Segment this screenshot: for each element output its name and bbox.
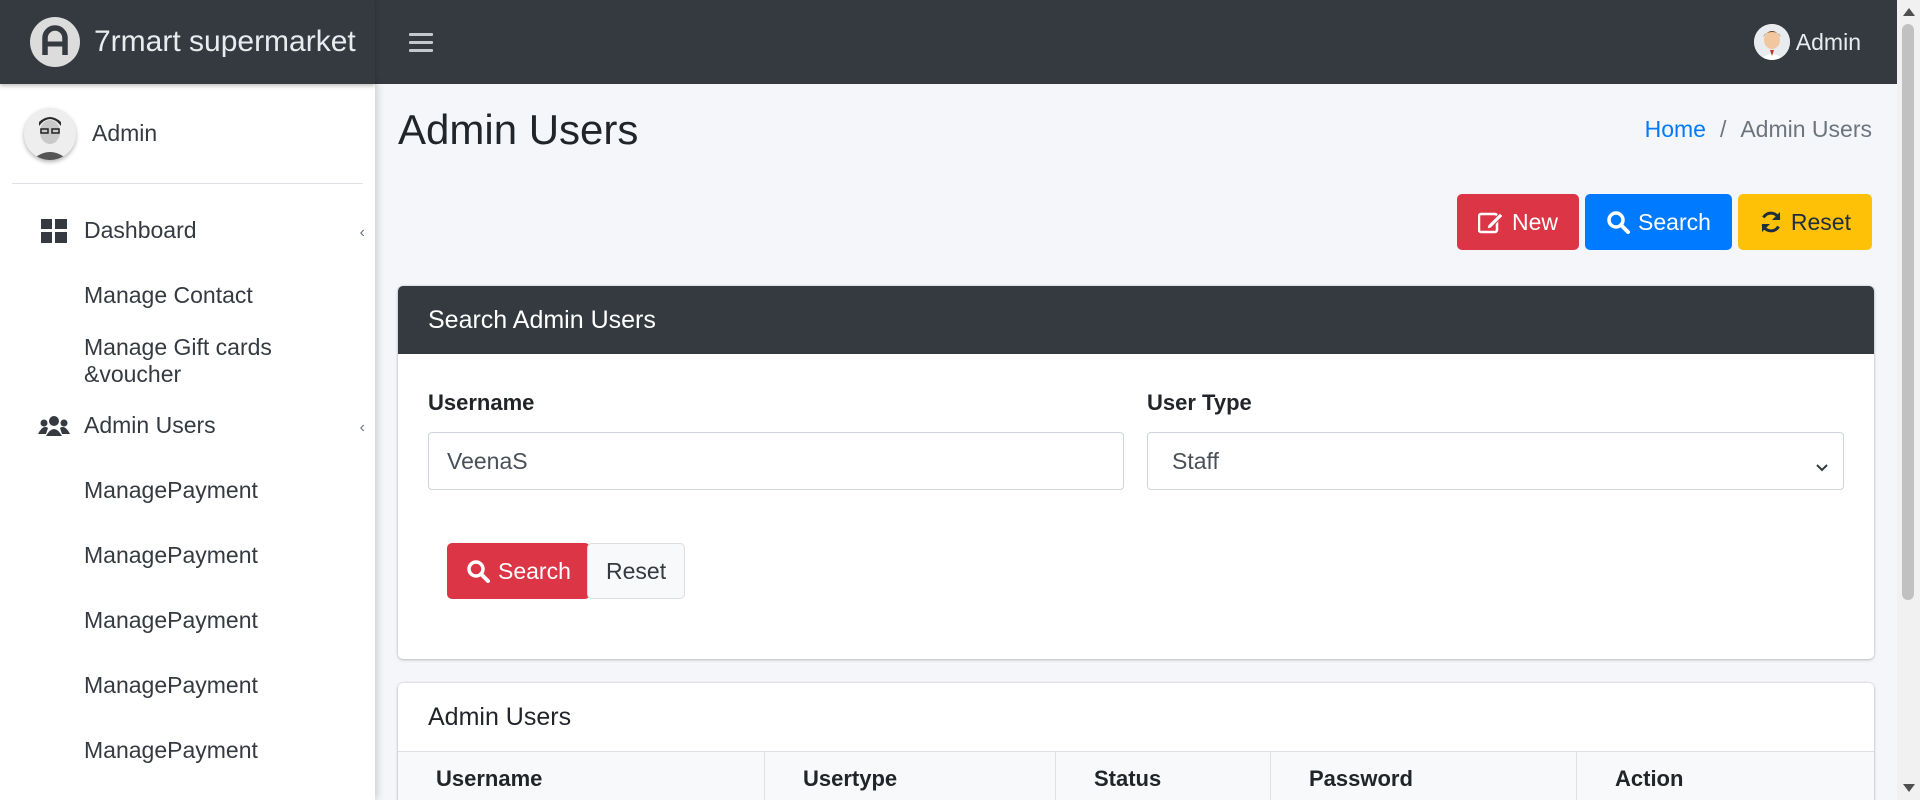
user-avatar xyxy=(24,107,76,160)
new-button-label: New xyxy=(1512,208,1559,235)
users-icon xyxy=(38,412,70,440)
card-header: Search Admin Users xyxy=(398,286,1874,354)
sidebar-user-name: Admin xyxy=(92,120,158,146)
brand-logo-icon xyxy=(30,17,80,67)
search-button[interactable]: Search xyxy=(1585,194,1732,250)
sidebar-item-label: Manage Gift cards &voucher xyxy=(84,333,272,387)
sidebar-item-manage-payment[interactable]: ManagePayment xyxy=(0,588,375,653)
sidebar-item-label: Admin Users xyxy=(84,412,216,438)
edit-icon xyxy=(1478,210,1504,234)
username-input[interactable]: VeenaS xyxy=(428,432,1124,490)
scroll-down-arrow-icon[interactable] xyxy=(1903,784,1915,792)
admin-users-table-card: Admin Users Username Usertype Status Pas… xyxy=(398,683,1874,800)
table-header-row: Username Usertype Status Password Action xyxy=(398,751,1874,800)
sidebar-item-manage-payment[interactable]: ManagePayment xyxy=(0,653,375,718)
new-button[interactable]: New xyxy=(1457,194,1580,250)
chevron-left-icon: ‹ xyxy=(359,419,365,436)
user-type-label: User Type xyxy=(1147,390,1252,415)
scroll-up-arrow-icon[interactable] xyxy=(1903,8,1915,16)
hamburger-menu-icon[interactable] xyxy=(409,32,433,52)
sidebar-item-manage-payment[interactable]: ManagePayment xyxy=(0,718,375,783)
top-navbar: Admin xyxy=(375,0,1897,84)
page-actions: New Search Reset xyxy=(1457,194,1872,250)
sidebar-item-label: ManagePayment xyxy=(84,477,258,503)
user-type-select[interactable]: Staff xyxy=(1147,432,1844,490)
sidebar-item-manage-contact[interactable]: Manage Contact xyxy=(0,263,375,328)
form-search-button[interactable]: Search xyxy=(447,543,590,599)
sidebar-item-dashboard[interactable]: Dashboard ‹ xyxy=(0,198,375,263)
breadcrumb-home-link[interactable]: Home xyxy=(1645,116,1706,143)
column-header-usertype[interactable]: Usertype xyxy=(765,752,1056,800)
column-header-action[interactable]: Action xyxy=(1577,752,1874,800)
search-icon xyxy=(1606,210,1631,234)
reset-button[interactable]: Reset xyxy=(1737,194,1872,250)
reset-button-label: Reset xyxy=(1790,208,1851,235)
username-input-value: VeenaS xyxy=(447,447,528,474)
search-button-label: Search xyxy=(1638,208,1711,235)
breadcrumb-separator: / xyxy=(1719,116,1727,142)
column-header-status[interactable]: Status xyxy=(1056,752,1271,800)
column-header-username[interactable]: Username xyxy=(398,752,765,800)
scrollbar-thumb[interactable] xyxy=(1902,24,1914,600)
username-label: Username xyxy=(428,390,535,415)
column-header-password[interactable]: Password xyxy=(1271,752,1577,800)
search-admin-users-card: Search Admin Users Username VeenaS User … xyxy=(398,286,1874,659)
navbar-user-menu[interactable]: Admin xyxy=(1753,24,1861,60)
page-scrollbar[interactable] xyxy=(1897,0,1920,800)
form-search-button-label: Search xyxy=(498,557,571,584)
chevron-down-icon xyxy=(1815,454,1829,481)
sidebar-item-label: ManagePayment xyxy=(84,542,258,568)
navbar-user-name: Admin xyxy=(1795,28,1861,55)
dashboard-icon xyxy=(38,217,70,245)
search-icon xyxy=(466,559,490,583)
sidebar-item-manage-gift-cards[interactable]: Manage Gift cards &voucher xyxy=(0,328,375,393)
sidebar-item-label: Manage Contact xyxy=(84,282,253,308)
sidebar-item-label: ManagePayment xyxy=(84,607,258,633)
refresh-icon xyxy=(1759,210,1783,234)
breadcrumb-current: Admin Users xyxy=(1740,116,1872,142)
sidebar-item-label: ManagePayment xyxy=(84,672,258,698)
brand-link[interactable]: 7rmart supermarket xyxy=(0,0,375,84)
sidebar-item-manage-payment[interactable]: ManagePayment xyxy=(0,523,375,588)
sidebar-nav: Dashboard ‹ Manage Contact Manage Gift c… xyxy=(0,184,375,783)
sidebar-user-panel[interactable]: Admin xyxy=(12,84,363,184)
brand-name: 7rmart supermarket xyxy=(94,25,356,58)
form-reset-button-label: Reset xyxy=(606,557,667,584)
sidebar-item-label: ManagePayment xyxy=(84,737,258,763)
form-reset-button[interactable]: Reset xyxy=(587,543,686,599)
page-title: Admin Users xyxy=(398,106,639,153)
admin-avatar xyxy=(1753,24,1790,60)
table-card-title: Admin Users xyxy=(428,703,572,731)
sidebar: Admin Dashboard ‹ Manage Contact Manage … xyxy=(0,84,375,800)
sidebar-item-manage-payment[interactable]: ManagePayment xyxy=(0,458,375,523)
breadcrumb: Home / Admin Users xyxy=(1645,116,1872,143)
chevron-left-icon: ‹ xyxy=(359,224,365,241)
user-type-select-value: Staff xyxy=(1172,447,1219,474)
sidebar-item-label: Dashboard xyxy=(84,217,197,243)
sidebar-item-admin-users[interactable]: Admin Users ‹ xyxy=(0,393,375,458)
card-title: Search Admin Users xyxy=(428,305,656,334)
